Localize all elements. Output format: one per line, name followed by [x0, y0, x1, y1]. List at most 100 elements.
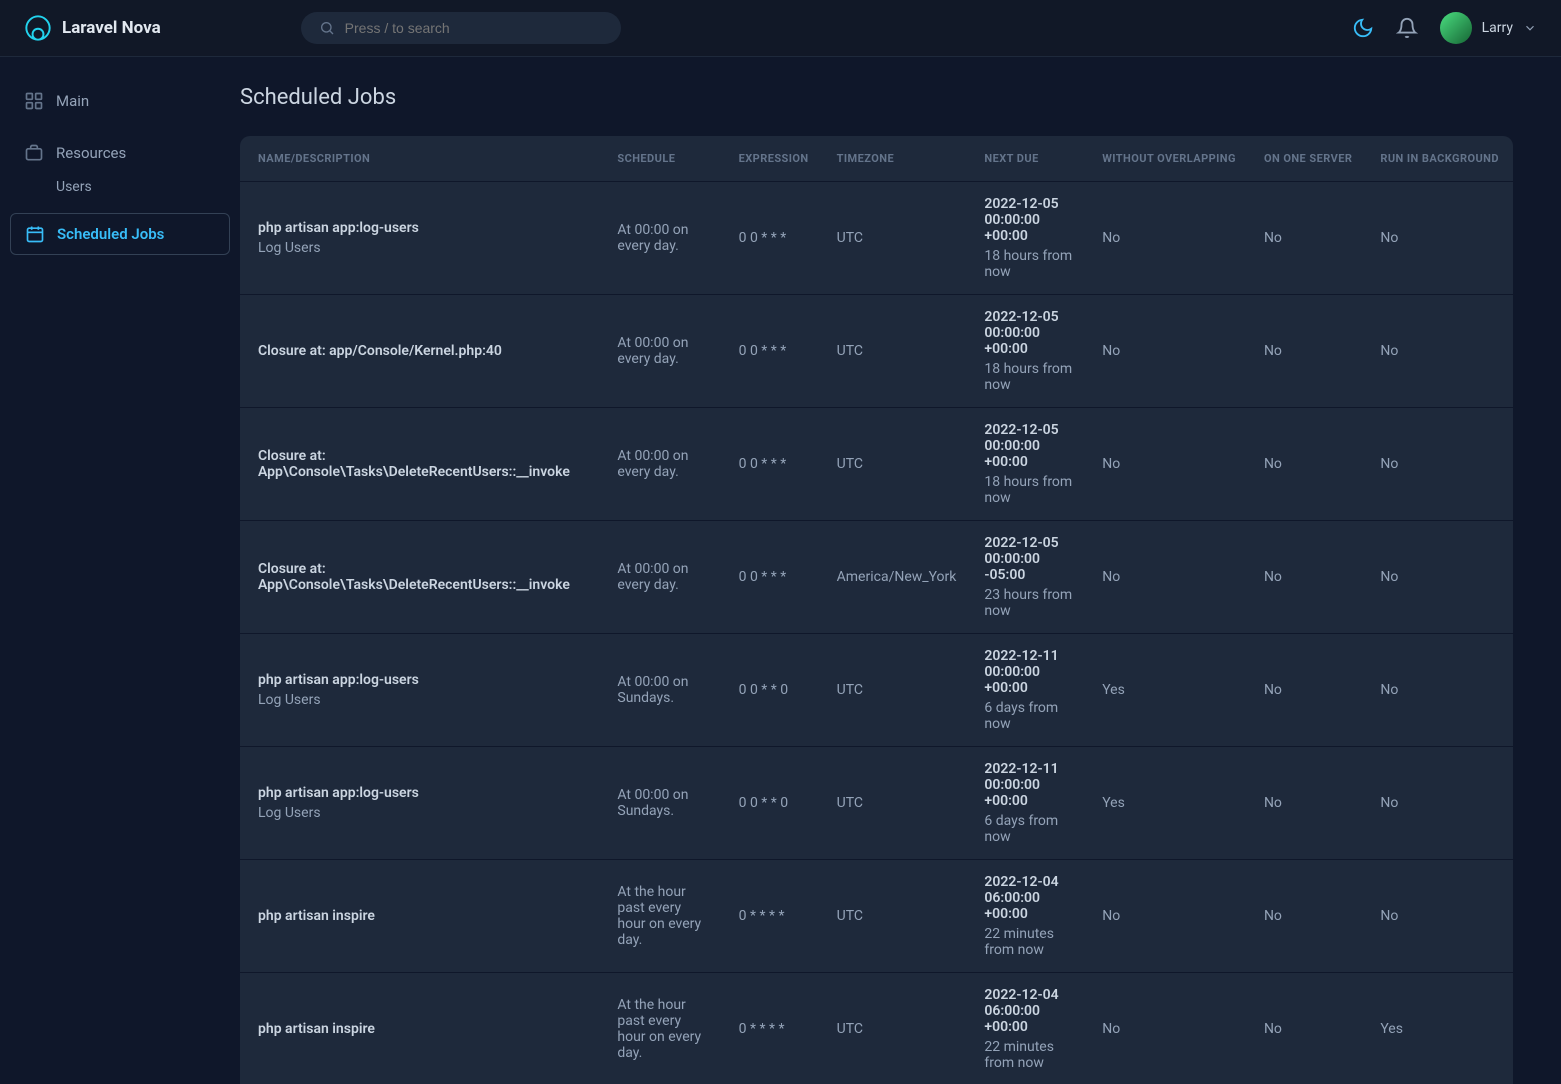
col-name: NAME/DESCRIPTION	[240, 136, 603, 182]
cell-without-overlapping: Yes	[1088, 634, 1250, 747]
cell-background: Yes	[1366, 973, 1513, 1084]
cell-without-overlapping: No	[1088, 182, 1250, 295]
cell-without-overlapping: No	[1088, 860, 1250, 973]
brand[interactable]: Laravel Nova	[24, 14, 161, 42]
cell-name: php artisan inspire	[240, 973, 603, 1084]
cell-timezone: UTC	[823, 860, 971, 973]
header-actions: Larry	[1352, 12, 1537, 44]
cell-name: php artisan app:log-usersLog Users	[240, 747, 603, 860]
cell-one-server: No	[1250, 295, 1366, 408]
cell-background: No	[1366, 860, 1513, 973]
sidebar-item-resources[interactable]: Resources	[10, 133, 230, 173]
cell-timezone: UTC	[823, 747, 971, 860]
cell-without-overlapping: No	[1088, 408, 1250, 521]
cell-timezone: UTC	[823, 634, 971, 747]
jobs-table-card: NAME/DESCRIPTION SCHEDULE EXPRESSION TIM…	[240, 136, 1513, 1084]
main-content: Scheduled Jobs NAME/DESCRIPTION SCHEDULE…	[240, 57, 1561, 1084]
cell-one-server: No	[1250, 182, 1366, 295]
table-row: Closure at: App\Console\Tasks\DeleteRece…	[240, 521, 1513, 634]
cell-expression: 0 0 * * 0	[725, 634, 823, 747]
table-row: Closure at: app/Console/Kernel.php:40At …	[240, 295, 1513, 408]
col-expression: EXPRESSION	[725, 136, 823, 182]
page-title: Scheduled Jobs	[240, 85, 1513, 110]
app-header: Laravel Nova Larry	[0, 0, 1561, 57]
cell-schedule: At 00:00 on every day.	[603, 295, 724, 408]
cell-background: No	[1366, 521, 1513, 634]
cell-name: php artisan app:log-usersLog Users	[240, 634, 603, 747]
cell-expression: 0 0 * * *	[725, 295, 823, 408]
brand-text: Laravel Nova	[62, 18, 161, 38]
cell-expression: 0 * * * *	[725, 973, 823, 1084]
sidebar-item-label: Resources	[56, 144, 126, 162]
cell-timezone: UTC	[823, 295, 971, 408]
nova-logo-icon	[24, 14, 52, 42]
cell-name: php artisan app:log-usersLog Users	[240, 182, 603, 295]
cell-expression: 0 * * * *	[725, 860, 823, 973]
chevron-down-icon	[1523, 21, 1537, 35]
cell-background: No	[1366, 634, 1513, 747]
col-one-server: ON ONE SERVER	[1250, 136, 1366, 182]
cell-expression: 0 0 * * *	[725, 182, 823, 295]
col-without-overlapping: WITHOUT OVERLAPPING	[1088, 136, 1250, 182]
col-schedule: SCHEDULE	[603, 136, 724, 182]
search-input[interactable]	[345, 20, 603, 36]
sidebar-item-label: Main	[56, 92, 89, 110]
cell-one-server: No	[1250, 634, 1366, 747]
grid-icon	[24, 91, 44, 111]
cell-background: No	[1366, 747, 1513, 860]
cell-next-due: 2022-12-04 06:00:00 +00:0022 minutes fro…	[970, 973, 1088, 1084]
cell-without-overlapping: No	[1088, 521, 1250, 634]
cell-next-due: 2022-12-11 00:00:00 +00:006 days from no…	[970, 634, 1088, 747]
cell-next-due: 2022-12-11 00:00:00 +00:006 days from no…	[970, 747, 1088, 860]
col-background: RUN IN BACKGROUND	[1366, 136, 1513, 182]
sidebar: Main Resources Users Scheduled Jobs	[0, 57, 240, 1084]
user-menu[interactable]: Larry	[1440, 12, 1537, 44]
cell-next-due: 2022-12-05 00:00:00 -05:0023 hours from …	[970, 521, 1088, 634]
sidebar-item-label: Users	[56, 179, 92, 195]
cell-name: Closure at: app/Console/Kernel.php:40	[240, 295, 603, 408]
cell-without-overlapping: No	[1088, 973, 1250, 1084]
sidebar-item-users[interactable]: Users	[10, 173, 230, 201]
search-box[interactable]	[301, 12, 621, 44]
cell-one-server: No	[1250, 973, 1366, 1084]
cell-expression: 0 0 * * *	[725, 521, 823, 634]
table-row: php artisan app:log-usersLog UsersAt 00:…	[240, 182, 1513, 295]
briefcase-icon	[24, 143, 44, 163]
cell-schedule: At 00:00 on Sundays.	[603, 747, 724, 860]
table-row: php artisan inspireAt the hour past ever…	[240, 973, 1513, 1084]
cell-next-due: 2022-12-05 00:00:00 +00:0018 hours from …	[970, 295, 1088, 408]
cell-one-server: No	[1250, 408, 1366, 521]
cell-next-due: 2022-12-05 00:00:00 +00:0018 hours from …	[970, 182, 1088, 295]
cell-schedule: At 00:00 on every day.	[603, 521, 724, 634]
cell-schedule: At 00:00 on every day.	[603, 182, 724, 295]
cell-schedule: At 00:00 on Sundays.	[603, 634, 724, 747]
cell-schedule: At 00:00 on every day.	[603, 408, 724, 521]
col-next-due: NEXT DUE	[970, 136, 1088, 182]
cell-background: No	[1366, 408, 1513, 521]
cell-without-overlapping: Yes	[1088, 747, 1250, 860]
search-icon	[319, 20, 335, 36]
sidebar-item-scheduled-jobs[interactable]: Scheduled Jobs	[10, 213, 230, 255]
table-row: php artisan app:log-usersLog UsersAt 00:…	[240, 634, 1513, 747]
cell-timezone: UTC	[823, 182, 971, 295]
bell-icon	[1396, 17, 1418, 39]
theme-toggle[interactable]	[1352, 17, 1374, 39]
calendar-icon	[25, 224, 45, 244]
moon-icon	[1352, 17, 1374, 39]
cell-expression: 0 0 * * *	[725, 408, 823, 521]
table-row: Closure at: App\Console\Tasks\DeleteRece…	[240, 408, 1513, 521]
cell-name: Closure at: App\Console\Tasks\DeleteRece…	[240, 521, 603, 634]
cell-without-overlapping: No	[1088, 295, 1250, 408]
cell-one-server: No	[1250, 747, 1366, 860]
sidebar-item-main[interactable]: Main	[10, 81, 230, 121]
cell-timezone: UTC	[823, 973, 971, 1084]
cell-expression: 0 0 * * 0	[725, 747, 823, 860]
cell-schedule: At the hour past every hour on every day…	[603, 860, 724, 973]
table-row: php artisan app:log-usersLog UsersAt 00:…	[240, 747, 1513, 860]
table-row: php artisan inspireAt the hour past ever…	[240, 860, 1513, 973]
notifications-button[interactable]	[1396, 17, 1418, 39]
cell-next-due: 2022-12-05 00:00:00 +00:0018 hours from …	[970, 408, 1088, 521]
avatar	[1440, 12, 1472, 44]
cell-one-server: No	[1250, 521, 1366, 634]
cell-background: No	[1366, 182, 1513, 295]
